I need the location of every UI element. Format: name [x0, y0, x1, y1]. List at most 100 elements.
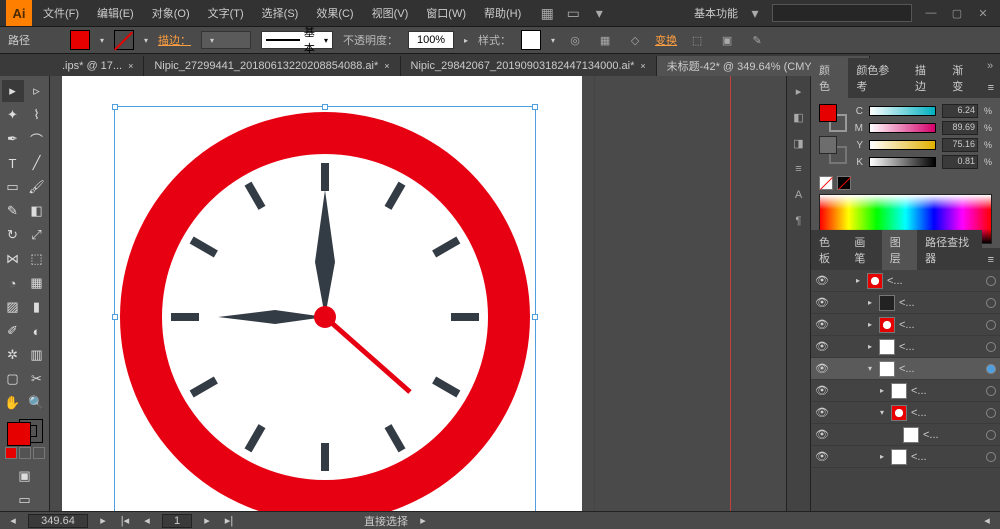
- layer-row[interactable]: 👁▸<...: [811, 292, 1000, 314]
- target-icon[interactable]: [986, 276, 996, 286]
- menu-help[interactable]: 帮助(H): [477, 1, 528, 25]
- yellow-value[interactable]: 75.16: [942, 138, 978, 152]
- color-mode-row[interactable]: [5, 447, 45, 459]
- tab-gradient[interactable]: 渐变: [944, 58, 981, 98]
- recolor-icon[interactable]: ◎: [565, 30, 585, 50]
- menu-effect[interactable]: 效果(C): [309, 1, 360, 25]
- shape-builder-tool[interactable]: ◔: [2, 272, 24, 294]
- tab-layers[interactable]: 图层: [882, 230, 917, 270]
- scroll-left-icon[interactable]: ◂: [980, 514, 994, 527]
- pen-tool[interactable]: ✒: [2, 128, 24, 150]
- color-fill-stroke-mini[interactable]: [819, 104, 847, 132]
- transform-label[interactable]: 变换: [655, 32, 677, 48]
- graph-tool[interactable]: ▥: [26, 344, 48, 366]
- zoom-value[interactable]: 349.64: [28, 514, 88, 528]
- eyedropper-tool[interactable]: ✐: [2, 320, 24, 342]
- search-input[interactable]: [772, 4, 912, 22]
- lasso-tool[interactable]: ⌇: [26, 104, 48, 126]
- panel-menu-icon[interactable]: ≡: [982, 250, 1000, 270]
- tab-color[interactable]: 颜色: [811, 58, 848, 98]
- layer-row[interactable]: 👁▸<...: [811, 270, 1000, 292]
- perspective-tool[interactable]: ▦: [26, 272, 48, 294]
- type-tool[interactable]: T: [2, 152, 24, 174]
- black-value[interactable]: 0.81: [942, 155, 978, 169]
- paintbrush-tool[interactable]: 🖌: [26, 176, 48, 198]
- menu-window[interactable]: 窗口(W): [419, 1, 473, 25]
- cyan-value[interactable]: 6.24: [942, 104, 978, 118]
- prev-artboard-icon[interactable]: ◂: [140, 514, 154, 527]
- layout-icon[interactable]: ▦: [538, 4, 556, 22]
- bridge-icon[interactable]: ▭: [564, 4, 582, 22]
- pencil-tool[interactable]: ✎: [2, 200, 24, 222]
- close-icon[interactable]: ×: [384, 61, 389, 71]
- stroke-weight-dropdown[interactable]: ▾: [201, 31, 251, 49]
- arrange-icon[interactable]: ▾: [590, 4, 608, 22]
- layer-row[interactable]: 👁▸<...: [811, 380, 1000, 402]
- zoom-in-icon[interactable]: ▸: [96, 514, 110, 527]
- tab-scroll-right-icon[interactable]: »: [980, 56, 1000, 76]
- close-button[interactable]: ✕: [972, 5, 994, 21]
- selection-tool[interactable]: ▸: [2, 80, 24, 102]
- menu-select[interactable]: 选择(S): [255, 1, 306, 25]
- status-menu-icon[interactable]: ▸: [416, 514, 430, 527]
- symbol-sprayer-tool[interactable]: ✲: [2, 344, 24, 366]
- mesh-tool[interactable]: ▨: [2, 296, 24, 318]
- menu-file[interactable]: 文件(F): [36, 1, 86, 25]
- last-artboard-icon[interactable]: ▸|: [222, 514, 236, 527]
- dock-collapse-icon[interactable]: ▸: [790, 82, 808, 100]
- layer-row[interactable]: 👁▾<...: [811, 402, 1000, 424]
- yellow-slider[interactable]: [869, 140, 936, 150]
- curvature-tool[interactable]: ⌒: [26, 128, 48, 150]
- black-slider[interactable]: [869, 157, 936, 167]
- document-tab[interactable]: Nipic_27299441_20180613220208854088.ai*×: [144, 56, 400, 76]
- minimize-button[interactable]: —: [920, 5, 942, 21]
- fill-stroke-indicator[interactable]: [7, 422, 43, 443]
- selection-bounding-box[interactable]: [114, 106, 536, 511]
- free-transform-tool[interactable]: ⬚: [26, 248, 48, 270]
- screen-mode-icon[interactable]: ▭: [14, 489, 36, 511]
- tab-pathfinder[interactable]: 路径查找器: [917, 230, 981, 270]
- rotate-tool[interactable]: ↻: [2, 224, 24, 246]
- menu-type[interactable]: 文字(T): [201, 1, 251, 25]
- dock-panel-icon[interactable]: ≡: [790, 160, 808, 178]
- clip-icon[interactable]: ▣: [717, 30, 737, 50]
- first-artboard-icon[interactable]: |◂: [118, 514, 132, 527]
- hand-tool[interactable]: ✋: [2, 392, 24, 414]
- artboard-tool[interactable]: ▢: [2, 368, 24, 390]
- chevron-down-icon[interactable]: ▾: [746, 4, 764, 22]
- isolate-icon[interactable]: ⬚: [687, 30, 707, 50]
- fill-swatch[interactable]: [70, 30, 90, 50]
- none-swatch[interactable]: [819, 176, 833, 190]
- next-artboard-icon[interactable]: ▸: [200, 514, 214, 527]
- cyan-slider[interactable]: [869, 106, 936, 116]
- document-tab[interactable]: Nipic_29842067_20190903182447134000.ai*×: [401, 56, 657, 76]
- layer-row-selected[interactable]: 👁▾<...: [811, 358, 1000, 380]
- canvas[interactable]: [50, 76, 810, 511]
- scale-tool[interactable]: ⤢: [26, 224, 48, 246]
- opacity-input[interactable]: 100%: [408, 31, 454, 49]
- panel-menu-icon[interactable]: ≡: [982, 78, 1000, 98]
- visibility-icon[interactable]: 👁: [815, 274, 829, 287]
- color-fill-stroke-alt[interactable]: [819, 136, 847, 164]
- maximize-button[interactable]: ▢: [946, 5, 968, 21]
- workspace-label[interactable]: 基本功能: [694, 5, 738, 21]
- draw-mode-icon[interactable]: ▣: [14, 465, 36, 487]
- stroke-profile-dropdown[interactable]: 基本▾: [261, 31, 333, 49]
- dock-panel-icon[interactable]: ¶: [790, 212, 808, 230]
- magenta-slider[interactable]: [869, 123, 936, 133]
- shape-icon[interactable]: ◇: [625, 30, 645, 50]
- width-tool[interactable]: ⋈: [2, 248, 24, 270]
- magenta-value[interactable]: 89.69: [942, 121, 978, 135]
- zoom-out-icon[interactable]: ◂: [6, 514, 20, 527]
- dock-panel-icon[interactable]: ◧: [790, 108, 808, 126]
- document-tab[interactable]: .ips* @ 17...×: [52, 56, 144, 76]
- layer-row[interactable]: 👁▸<...: [811, 314, 1000, 336]
- close-icon[interactable]: ×: [128, 61, 133, 71]
- stroke-label[interactable]: 描边：: [158, 32, 191, 48]
- tab-swatches[interactable]: 色板: [811, 230, 846, 270]
- menu-view[interactable]: 视图(V): [365, 1, 416, 25]
- artboard-number[interactable]: 1: [162, 514, 192, 528]
- line-tool[interactable]: ╱: [26, 152, 48, 174]
- layer-row[interactable]: 👁<...: [811, 424, 1000, 446]
- tab-color-guide[interactable]: 颜色参考: [848, 58, 907, 98]
